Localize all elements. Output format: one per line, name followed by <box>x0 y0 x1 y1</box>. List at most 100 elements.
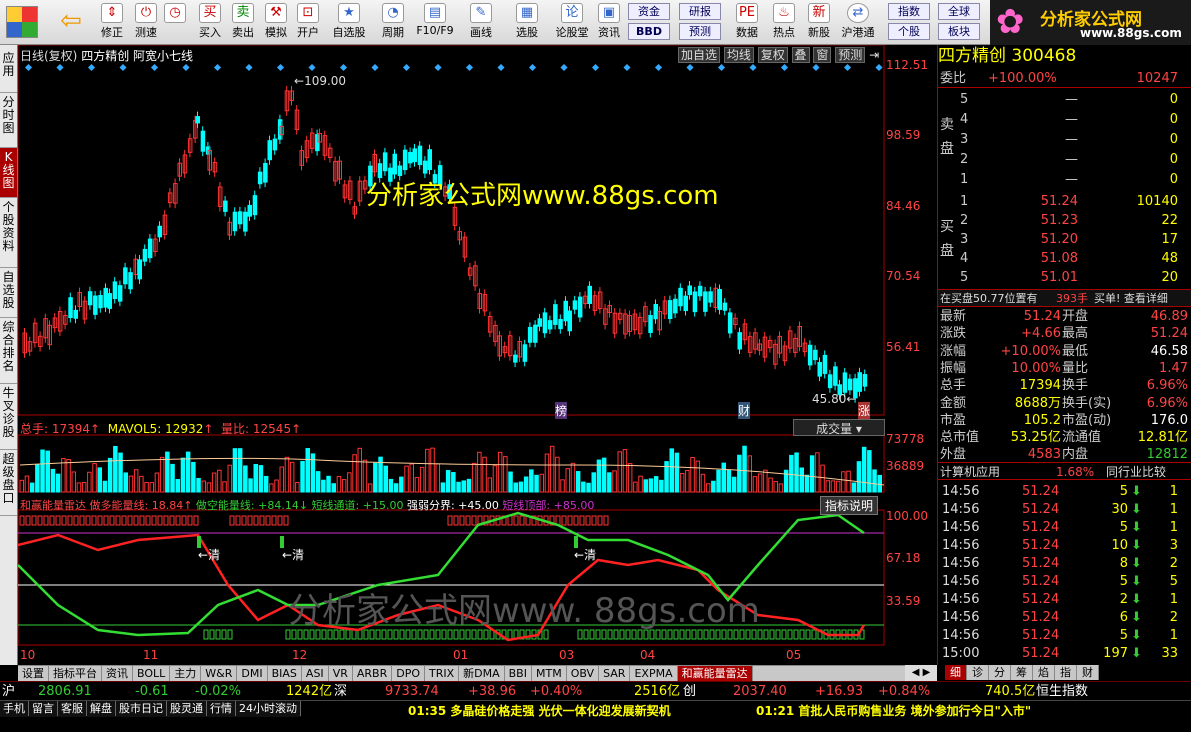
buy-level-4[interactable]: 4 51.08 48 <box>938 250 1191 268</box>
tab-10[interactable]: ARBR <box>353 666 393 681</box>
tab-9[interactable]: VR <box>329 666 353 681</box>
draw-line-button[interactable]: ✎ 画线 <box>464 2 498 42</box>
chart-area[interactable]: 日线(复权) 四方精创 阿宽小七线 加自选 均线 复权 叠 窗 预测 ⇥ 分析家… <box>18 45 935 665</box>
nav-watchlist[interactable]: 自选股 <box>0 268 17 318</box>
news-1[interactable]: 01:35 多晶硅价格走强 光伏一体化迎发展新契机 <box>408 702 671 719</box>
right-tab-4[interactable]: 焰 <box>1033 665 1055 680</box>
nav-app[interactable]: 应用 <box>0 45 17 93</box>
global-button[interactable]: 全球 <box>938 3 980 20</box>
right-tab-3[interactable]: 筹 <box>1011 665 1033 680</box>
adjust-button[interactable]: 复权 <box>757 47 788 63</box>
marker-bang[interactable]: 榜 <box>555 402 568 419</box>
indicator-help-button[interactable]: 指标说明 <box>820 496 879 515</box>
sell-level-5[interactable]: 5 — 0 <box>938 91 1191 109</box>
window-icon[interactable] <box>6 6 38 38</box>
sector-button[interactable]: 板块 <box>938 23 980 40</box>
new-stock-button[interactable]: 新新股 <box>805 2 833 42</box>
index-button[interactable]: 指数 <box>888 3 930 20</box>
sell-button[interactable]: 卖卖出 <box>229 2 257 42</box>
bbd-button[interactable]: BBD <box>628 23 670 40</box>
window-button[interactable]: 窗 <box>813 47 832 63</box>
tab-7[interactable]: BIAS <box>268 666 302 681</box>
simulate-button[interactable]: ⚒ 模拟 <box>262 2 290 42</box>
tab-12[interactable]: TRIX <box>425 666 460 681</box>
forum-button[interactable]: 论论股堂 <box>554 2 590 42</box>
tab-0[interactable]: 设置 <box>18 666 49 681</box>
research-button[interactable]: 研报 <box>679 3 721 20</box>
sell-level-4[interactable]: 4 — 0 <box>938 111 1191 129</box>
status-link-3[interactable]: 解盘 <box>87 701 116 716</box>
buy-level-5[interactable]: 5 51.01 20 <box>938 269 1191 287</box>
data-button[interactable]: PE 数据 <box>733 2 761 42</box>
speed-test-button[interactable]: ⏻ 测速 <box>130 2 162 42</box>
pin-icon[interactable]: ⇥ <box>869 48 879 62</box>
stock-button[interactable]: 个股 <box>888 23 930 40</box>
nav-ranking[interactable]: 综合排名 <box>0 318 17 384</box>
period-button[interactable]: ◔ 周期 <box>378 2 408 42</box>
tab-15[interactable]: MTM <box>532 666 567 681</box>
correct-button[interactable]: ⇕ 修正 <box>96 2 128 42</box>
tab-scroll[interactable]: ◀ ▶ <box>905 665 937 681</box>
volume-dropdown[interactable]: 成交量 ▾ <box>793 419 885 436</box>
stock-picker-button[interactable]: ▦ 选股 <box>508 2 546 42</box>
status-link-1[interactable]: 留言 <box>29 701 58 716</box>
tab-11[interactable]: DPO <box>392 666 425 681</box>
watchlist-button[interactable]: ★ 自选股 <box>330 2 368 42</box>
nav-diagnose[interactable]: 牛叉诊股 <box>0 384 17 450</box>
right-tab-6[interactable]: 财 <box>1077 665 1099 680</box>
status-link-7[interactable]: 24小时滚动 <box>236 701 301 716</box>
right-tab-1[interactable]: 诊 <box>967 665 989 680</box>
status-link-6[interactable]: 行情 <box>207 701 236 716</box>
back-button[interactable]: ⇦ <box>55 6 87 38</box>
news-button[interactable]: ▣ 资讯 <box>594 2 624 42</box>
buy-level-3[interactable]: 3 51.20 17 <box>938 231 1191 249</box>
sell-level-3[interactable]: 3 — 0 <box>938 131 1191 149</box>
tab-6[interactable]: DMI <box>237 666 268 681</box>
tab-17[interactable]: SAR <box>599 666 631 681</box>
tab-16[interactable]: OBV <box>567 666 600 681</box>
marker-zhang[interactable]: 涨 <box>858 402 871 419</box>
overlay-button[interactable]: 叠 <box>791 47 810 63</box>
tab-13[interactable]: 新DMA <box>459 666 505 681</box>
ma-button[interactable]: 均线 <box>723 47 754 63</box>
right-tab-0[interactable]: 细 <box>945 665 967 680</box>
open-account-button[interactable]: ⊡ 开户 <box>294 2 322 42</box>
forecast-button[interactable]: 预测 <box>679 23 721 40</box>
buy-level-2[interactable]: 2 51.23 22 <box>938 212 1191 230</box>
tab-14[interactable]: BBI <box>505 666 532 681</box>
tab-1[interactable]: 指标平台 <box>49 666 102 681</box>
sell-level-2[interactable]: 2 — 0 <box>938 151 1191 169</box>
predict-button[interactable]: 预测 <box>835 47 866 63</box>
f10-button[interactable]: ▤ F10/F9 <box>415 2 455 42</box>
nav-timeshare[interactable]: 分时图 <box>0 93 17 148</box>
industry-row[interactable]: 计算机应用 1.68% 同行业比较 <box>938 462 1191 480</box>
kline-chart[interactable] <box>18 45 935 665</box>
right-tab-2[interactable]: 分 <box>989 665 1011 680</box>
news-2[interactable]: 01:21 首批人民币购售业务 境外参加行今日"入市" <box>756 702 1031 719</box>
clock-button[interactable]: ◷ <box>164 2 186 42</box>
nav-super-panel[interactable]: 超级盘口 <box>0 450 17 516</box>
marker-cai[interactable]: 财 <box>738 402 751 419</box>
tab-3[interactable]: BOLL <box>133 666 171 681</box>
status-link-5[interactable]: 股灵通 <box>167 701 207 716</box>
nav-stock-info[interactable]: 个股资料 <box>0 198 17 268</box>
tab-8[interactable]: ASI <box>302 666 329 681</box>
tab-18[interactable]: EXPMA <box>630 666 678 681</box>
buy-level-1[interactable]: 1 51.24 10140 <box>938 193 1191 211</box>
tab-5[interactable]: W&R <box>201 666 238 681</box>
sell-level-1[interactable]: 1 — 0 <box>938 171 1191 189</box>
buy-button[interactable]: 买买入 <box>196 2 224 42</box>
tab-19[interactable]: 和赢能量雷达 <box>677 666 753 681</box>
big-order-row[interactable]: 在买盘50.77位置有 393手 买单! 查看详细 <box>938 289 1191 307</box>
status-link-2[interactable]: 客服 <box>58 701 87 716</box>
right-tab-5[interactable]: 指 <box>1055 665 1077 680</box>
funds-button[interactable]: 资金 <box>628 3 670 20</box>
tab-4[interactable]: 主力 <box>170 666 202 681</box>
add-watch-button[interactable]: 加自选 <box>678 47 721 63</box>
hk-connect-button[interactable]: ⇄ 沪港通 <box>838 2 878 42</box>
status-link-4[interactable]: 股市日记 <box>116 701 167 716</box>
status-link-0[interactable]: 手机 <box>0 701 29 716</box>
nav-kline[interactable]: K线图 <box>0 148 17 198</box>
hotspot-button[interactable]: ♨ 热点 <box>768 2 800 42</box>
tab-2[interactable]: 资讯 <box>102 666 133 681</box>
